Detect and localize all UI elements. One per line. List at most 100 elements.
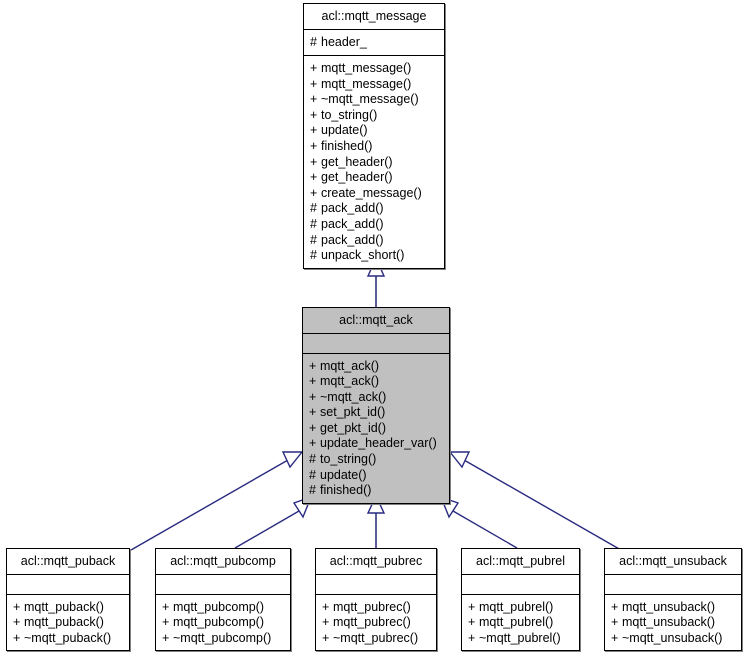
operation-row: # unpack_short() [310, 248, 438, 264]
visibility-marker: # [310, 201, 317, 216]
operation-row: + create_message() [310, 186, 438, 202]
visibility-marker: + [310, 154, 318, 169]
visibility-marker: + [309, 374, 317, 389]
class-title-mqtt-puback: acl::mqtt_puback [7, 549, 129, 575]
class-title-mqtt-pubcomp: acl::mqtt_pubcomp [156, 549, 290, 575]
member-label: pack_add() [321, 201, 384, 216]
visibility-marker: # [310, 248, 317, 263]
member-label: mqtt_puback() [24, 615, 104, 630]
visibility-marker: + [611, 615, 619, 630]
class-box-mqtt-unsuback[interactable]: acl::mqtt_unsuback + mqtt_unsuback() + mqtt… [604, 548, 742, 652]
member-label: mqtt_pubcomp() [173, 615, 265, 630]
visibility-marker: + [309, 405, 317, 420]
visibility-marker: + [322, 615, 330, 630]
visibility-marker: + [162, 630, 170, 645]
operation-row: + mqtt_pubrec() [322, 600, 430, 616]
member-label: pack_add() [321, 217, 384, 232]
class-attributes-mqtt-puback [7, 575, 129, 595]
operation-row: + mqtt_pubcomp() [162, 615, 284, 631]
visibility-marker: # [309, 452, 316, 467]
operation-row: + ~mqtt_message() [310, 92, 438, 108]
visibility-marker: # [309, 483, 316, 498]
operation-row: + ~mqtt_pubrec() [322, 631, 430, 647]
visibility-marker: # [310, 232, 317, 247]
edge-puback-to-ack [130, 451, 304, 551]
visibility-marker: + [322, 599, 330, 614]
member-label: set_pkt_id() [320, 405, 386, 420]
operation-row: + get_pkt_id() [309, 421, 443, 437]
edge-pubcomp-to-ack [234, 495, 313, 549]
member-label: mqtt_ack() [320, 374, 380, 389]
class-operations-mqtt-pubrel: + mqtt_pubrel() + mqtt_pubrel() + ~mqtt_pubre… [462, 595, 579, 651]
operation-row: + ~mqtt_pubcomp() [162, 631, 284, 647]
visibility-marker: + [310, 107, 318, 122]
member-label: get_header() [321, 170, 393, 185]
member-label: unpack_short() [321, 248, 405, 263]
member-label: to_string() [320, 452, 377, 467]
operation-row: + mqtt_ack() [309, 374, 443, 390]
class-title-mqtt-ack: acl::mqtt_ack [303, 308, 449, 334]
visibility-marker: + [309, 389, 317, 404]
member-label: mqtt_unsuback() [622, 615, 716, 630]
member-label: header_ [321, 34, 367, 49]
class-operations-mqtt-pubcomp: + mqtt_pubcomp() + mqtt_pubcomp() + ~mqtt_pub… [156, 595, 290, 651]
attribute-row: # header_ [310, 35, 438, 51]
member-label: get_header() [321, 154, 393, 169]
member-label: mqtt_pubrec() [333, 599, 411, 614]
operation-row: + mqtt_unsuback() [611, 600, 735, 616]
operation-row: + mqtt_ack() [309, 359, 443, 375]
class-title-mqtt-pubrel: acl::mqtt_pubrel [462, 549, 579, 575]
class-box-mqtt-message[interactable]: acl::mqtt_message # header_ + mqtt_message… [303, 3, 445, 269]
visibility-marker: + [309, 420, 317, 435]
class-attributes-mqtt-ack [303, 334, 449, 354]
visibility-marker: + [309, 436, 317, 451]
class-operations-mqtt-message: + mqtt_message() + mqtt_message() + ~mqtt_mes… [304, 56, 444, 268]
class-operations-mqtt-pubrec: + mqtt_pubrec() + mqtt_pubrec() + ~mqtt_pubre… [316, 595, 436, 651]
member-label: ~mqtt_message() [321, 92, 419, 107]
operation-row: + ~mqtt_ack() [309, 390, 443, 406]
class-box-mqtt-pubrel[interactable]: acl::mqtt_pubrel + mqtt_pubrel() + mqtt_pub… [461, 548, 580, 652]
member-label: ~mqtt_puback() [24, 630, 112, 645]
member-label: mqtt_puback() [24, 599, 104, 614]
visibility-marker: + [309, 358, 317, 373]
member-label: to_string() [321, 107, 378, 122]
class-box-mqtt-puback[interactable]: acl::mqtt_puback + mqtt_puback() + mqtt_pub… [6, 548, 130, 652]
operation-row: + ~mqtt_pubrel() [468, 631, 573, 647]
member-label: mqtt_message() [321, 76, 412, 91]
visibility-marker: # [310, 217, 317, 232]
edge-unsuback-to-ack [448, 451, 622, 551]
visibility-marker: + [322, 630, 330, 645]
visibility-marker: + [162, 599, 170, 614]
member-label: update() [321, 123, 368, 138]
class-box-mqtt-pubcomp[interactable]: acl::mqtt_pubcomp + mqtt_pubcomp() + mqtt_p… [155, 548, 291, 652]
operation-row: + get_header() [310, 170, 438, 186]
class-box-mqtt-pubrec[interactable]: acl::mqtt_pubrec + mqtt_pubrec() + mqtt_pub… [315, 548, 437, 652]
class-box-mqtt-ack[interactable]: acl::mqtt_ack + mqtt_ack() + mqtt_ack() + ~mq… [302, 307, 450, 504]
operation-row: # finished() [309, 483, 443, 499]
member-label: ~mqtt_pubrel() [479, 630, 561, 645]
operation-row: + set_pkt_id() [309, 405, 443, 421]
member-label: mqtt_pubrel() [479, 615, 554, 630]
visibility-marker: + [310, 61, 318, 76]
operation-row: # to_string() [309, 452, 443, 468]
class-title-mqtt-pubrec: acl::mqtt_pubrec [316, 549, 436, 575]
class-operations-mqtt-puback: + mqtt_puback() + mqtt_puback() + ~mqtt_pubac… [7, 595, 129, 651]
operation-row: + ~mqtt_puback() [13, 631, 123, 647]
class-operations-mqtt-ack: + mqtt_ack() + mqtt_ack() + ~mqtt_ack() + set_p… [303, 354, 449, 503]
operation-row: # pack_add() [310, 217, 438, 233]
operation-row: + update() [310, 123, 438, 139]
visibility-marker: # [310, 34, 317, 49]
operation-row: + mqtt_puback() [13, 600, 123, 616]
member-label: mqtt_pubcomp() [173, 599, 265, 614]
operation-row: + mqtt_puback() [13, 615, 123, 631]
operation-row: + get_header() [310, 155, 438, 171]
operation-row: + mqtt_pubrel() [468, 600, 573, 616]
visibility-marker: + [310, 170, 318, 185]
class-attributes-mqtt-pubrel [462, 575, 579, 595]
operation-row: + ~mqtt_unsuback() [611, 631, 735, 647]
operation-row: + to_string() [310, 108, 438, 124]
member-label: ~mqtt_pubrec() [333, 630, 419, 645]
visibility-marker: + [468, 630, 476, 645]
class-attributes-mqtt-unsuback [605, 575, 741, 595]
edge-pubrel-to-ack [439, 495, 518, 549]
